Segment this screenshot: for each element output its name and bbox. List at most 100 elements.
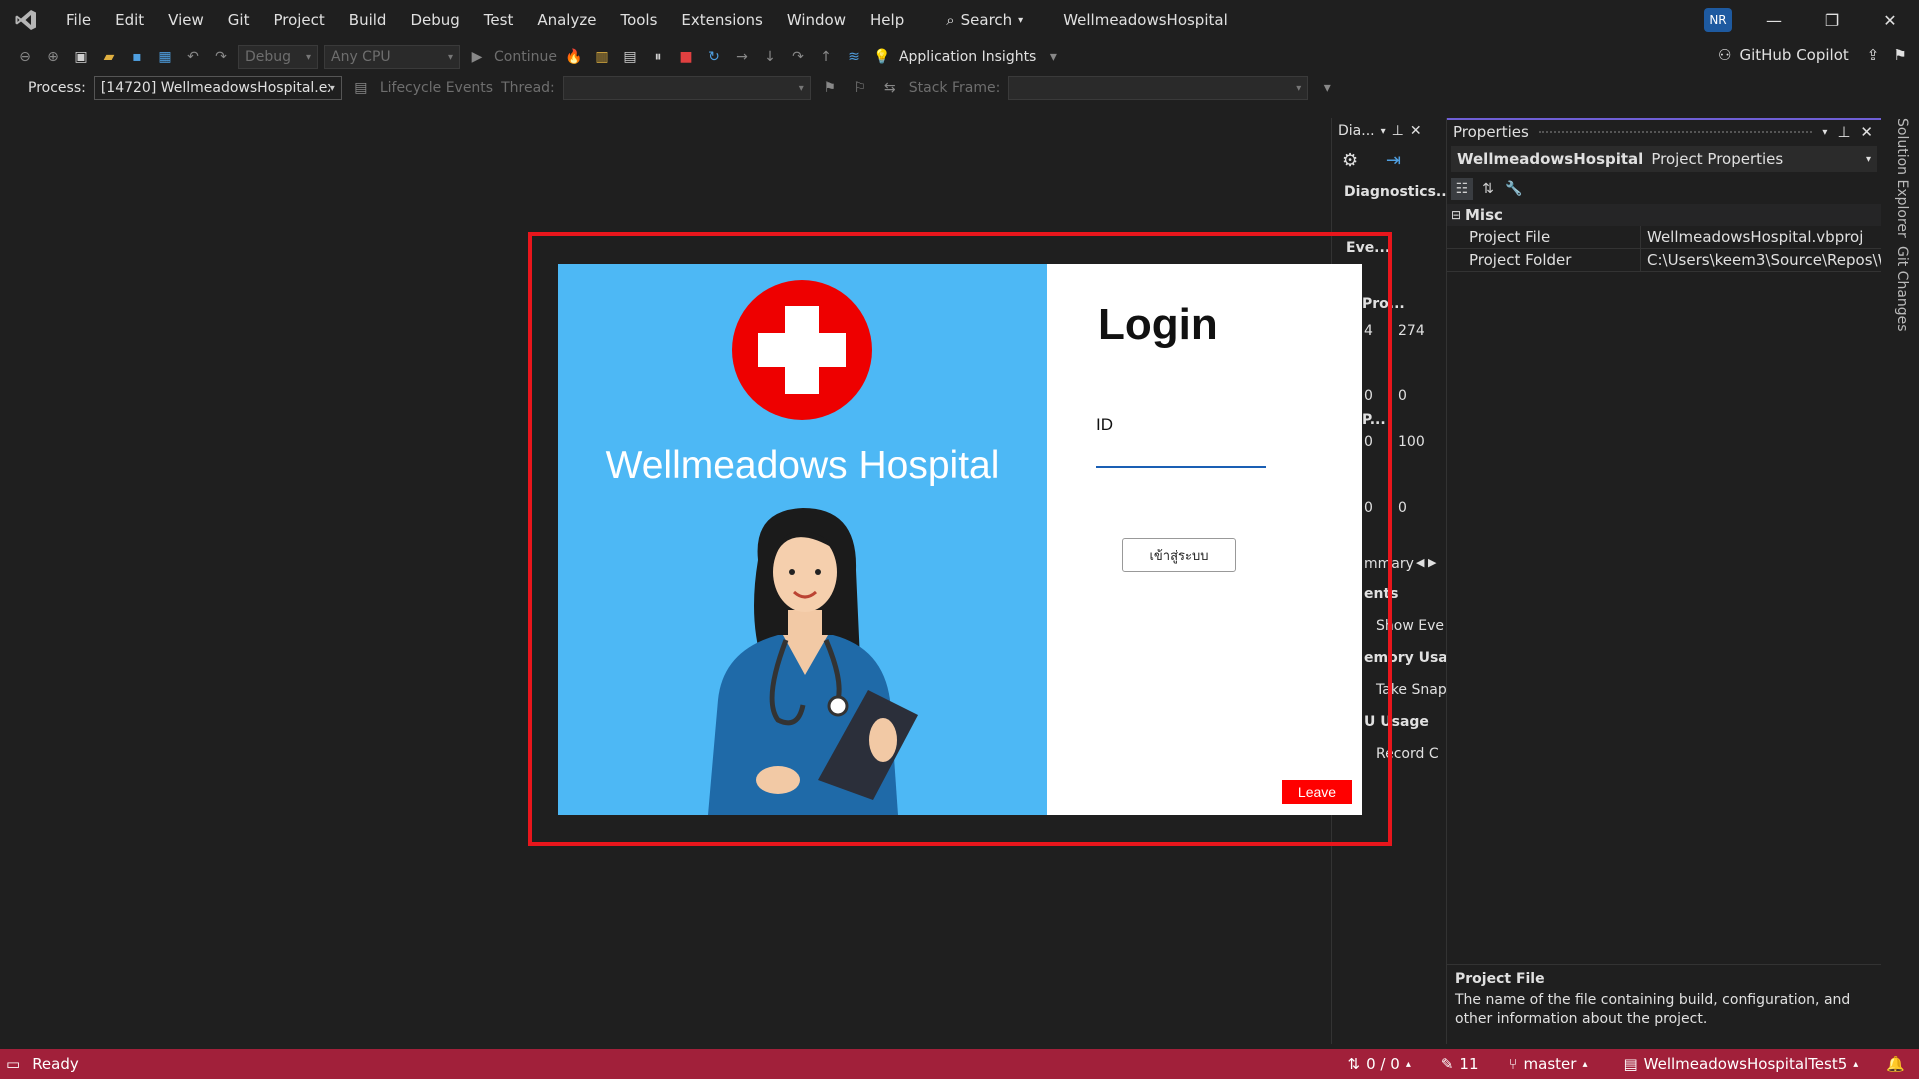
- diagnostics-tab-header[interactable]: Dia... ▾ ⊥ ✕: [1332, 118, 1438, 144]
- play-icon[interactable]: ▶: [466, 46, 488, 68]
- misc-category[interactable]: ⊟ Misc: [1447, 204, 1881, 226]
- property-row-project-folder[interactable]: Project Folder C:\Users\keem3\Source\Rep…: [1447, 249, 1881, 272]
- id-input[interactable]: [1096, 444, 1266, 468]
- menu-help[interactable]: Help: [858, 0, 916, 40]
- description-text: The name of the file containing build, c…: [1455, 992, 1851, 1027]
- hot-reload-icon[interactable]: 🔥: [563, 46, 585, 68]
- close-icon[interactable]: ✕: [1410, 123, 1422, 139]
- avatar[interactable]: NR: [1704, 8, 1732, 32]
- menu-debug[interactable]: Debug: [398, 0, 471, 40]
- redo-icon[interactable]: ↷: [210, 46, 232, 68]
- thread-dropdown[interactable]: ▾: [562, 76, 811, 100]
- solution-explorer-tab[interactable]: Solution Explorer: [1886, 118, 1910, 238]
- new-project-icon[interactable]: ▣: [70, 46, 92, 68]
- pin-icon[interactable]: ⊥: [1392, 123, 1404, 139]
- forward-icon[interactable]: ⊕: [42, 46, 64, 68]
- process-value: [14720] WellmeadowsHospital.exe: [100, 80, 330, 96]
- menu-test[interactable]: Test: [472, 0, 526, 40]
- menu-project[interactable]: Project: [261, 0, 336, 40]
- pencil-icon: ✎: [1440, 1055, 1454, 1073]
- chevron-up-icon: ▴: [1582, 1058, 1588, 1070]
- browser-icon[interactable]: ▤: [619, 46, 641, 68]
- platform-value: Any CPU: [331, 49, 391, 65]
- configuration-dropdown[interactable]: Debug ▾: [238, 45, 318, 69]
- restart-icon[interactable]: ↻: [703, 46, 725, 68]
- stop-icon[interactable]: ■: [675, 46, 697, 68]
- status-ready: Ready: [32, 1055, 79, 1073]
- branch-selector[interactable]: ⑂ master ▴: [1509, 1055, 1588, 1073]
- tab-scroll-icon[interactable]: ◀ ▶: [1416, 556, 1436, 569]
- lifecycle-events-button[interactable]: Lifecycle Events: [380, 80, 493, 96]
- close-icon[interactable]: ✕: [1860, 123, 1873, 141]
- notifications-bell-icon[interactable]: 🔔: [1886, 1055, 1905, 1073]
- menu-extensions[interactable]: Extensions: [669, 0, 774, 40]
- save-icon[interactable]: ▪: [126, 46, 148, 68]
- search-button[interactable]: ⌕ Search ▾: [936, 11, 1033, 29]
- chevron-down-icon: ▾: [447, 51, 453, 63]
- open-folder-icon[interactable]: ▰: [98, 46, 120, 68]
- collapse-icon[interactable]: ⊟: [1447, 208, 1465, 222]
- step-over-icon[interactable]: ↷: [787, 46, 809, 68]
- share-icon[interactable]: ⇪: [1867, 46, 1880, 64]
- menu-edit[interactable]: Edit: [103, 0, 156, 40]
- menu-file[interactable]: File: [54, 0, 103, 40]
- leave-button[interactable]: Leave: [1282, 780, 1352, 804]
- chevron-up-icon: ▴: [1853, 1058, 1859, 1070]
- menu-view[interactable]: View: [156, 0, 216, 40]
- alphabetical-icon[interactable]: ⇅: [1477, 178, 1499, 200]
- stack-icon: ⇆: [883, 80, 896, 96]
- show-next-statement-icon[interactable]: →: [731, 46, 753, 68]
- step-into-icon[interactable]: ↓: [759, 46, 781, 68]
- diagnostic-tools-icon[interactable]: ≋: [843, 46, 865, 68]
- process-label: Process:: [28, 80, 86, 96]
- git-changes-tab[interactable]: Git Changes: [1886, 246, 1910, 336]
- chevron-down-icon[interactable]: ▾: [1822, 127, 1827, 138]
- menu-bar: File Edit View Git Project Build Debug T…: [0, 0, 1919, 40]
- object-selector[interactable]: WellmeadowsHospital Project Properties ▾: [1451, 146, 1877, 172]
- edits-count: 11: [1459, 1055, 1479, 1073]
- menu-tools[interactable]: Tools: [608, 0, 669, 40]
- visual-studio-logo-icon[interactable]: [12, 6, 40, 34]
- undo-icon[interactable]: ↶: [182, 46, 204, 68]
- back-icon[interactable]: ⊖: [14, 46, 36, 68]
- flag-icon[interactable]: ⚑: [819, 77, 841, 99]
- search-label: Search: [960, 11, 1013, 29]
- chevron-down-icon: ▾: [798, 82, 804, 94]
- minimize-button[interactable]: —: [1750, 6, 1798, 34]
- login-button[interactable]: เข้าสู่ระบบ: [1122, 538, 1236, 572]
- github-copilot-button[interactable]: ⚇ GitHub Copilot ⇪ ⚑: [1718, 46, 1907, 64]
- wrench-icon[interactable]: 🔧: [1503, 178, 1525, 200]
- folder-icon[interactable]: ▥: [591, 46, 613, 68]
- edits-indicator[interactable]: ✎ 11: [1441, 1055, 1479, 1073]
- menu-git[interactable]: Git: [216, 0, 262, 40]
- feedback-icon[interactable]: ⚑: [1893, 46, 1906, 64]
- process-dropdown[interactable]: [14720] WellmeadowsHospital.exe ▾: [93, 76, 342, 100]
- repository-selector[interactable]: ▤ WellmeadowsHospitalTest5 ▴: [1623, 1055, 1858, 1073]
- restore-button[interactable]: ❐: [1808, 6, 1856, 34]
- pending-changes[interactable]: ⇅ 0 / 0 ▴: [1348, 1055, 1411, 1073]
- categorized-icon[interactable]: ☷: [1451, 178, 1473, 200]
- pause-icon[interactable]: ⏸: [647, 46, 669, 68]
- menu-analyze[interactable]: Analyze: [525, 0, 608, 40]
- menu-build[interactable]: Build: [337, 0, 399, 40]
- save-all-icon[interactable]: ▦: [154, 46, 176, 68]
- stack-frame-dropdown[interactable]: ▾: [1008, 76, 1309, 100]
- platform-dropdown[interactable]: Any CPU ▾: [324, 45, 460, 69]
- continue-button[interactable]: Continue: [494, 49, 557, 65]
- pin-icon[interactable]: ⊥: [1837, 123, 1850, 141]
- chevron-down-icon[interactable]: ▾: [1316, 77, 1338, 99]
- chevron-down-icon: ▾: [329, 82, 335, 94]
- repository-icon: ▤: [1623, 1055, 1638, 1073]
- output-icon[interactable]: ▭: [6, 1055, 20, 1073]
- changes-count: 0 / 0: [1366, 1055, 1400, 1073]
- lightbulb-icon[interactable]: 💡: [871, 46, 893, 68]
- export-icon[interactable]: ⇥: [1386, 150, 1401, 171]
- close-window-button[interactable]: ✕: [1866, 6, 1914, 34]
- property-row-project-file[interactable]: Project File WellmeadowsHospital.vbproj: [1447, 226, 1881, 249]
- menu-window[interactable]: Window: [775, 0, 858, 40]
- chevron-down-icon[interactable]: ▾: [1042, 46, 1064, 68]
- gear-icon[interactable]: ⚙: [1342, 150, 1358, 171]
- application-insights-button[interactable]: Application Insights: [899, 49, 1036, 65]
- flag-threads-icon[interactable]: ⚐: [849, 77, 871, 99]
- step-out-icon[interactable]: ↑: [815, 46, 837, 68]
